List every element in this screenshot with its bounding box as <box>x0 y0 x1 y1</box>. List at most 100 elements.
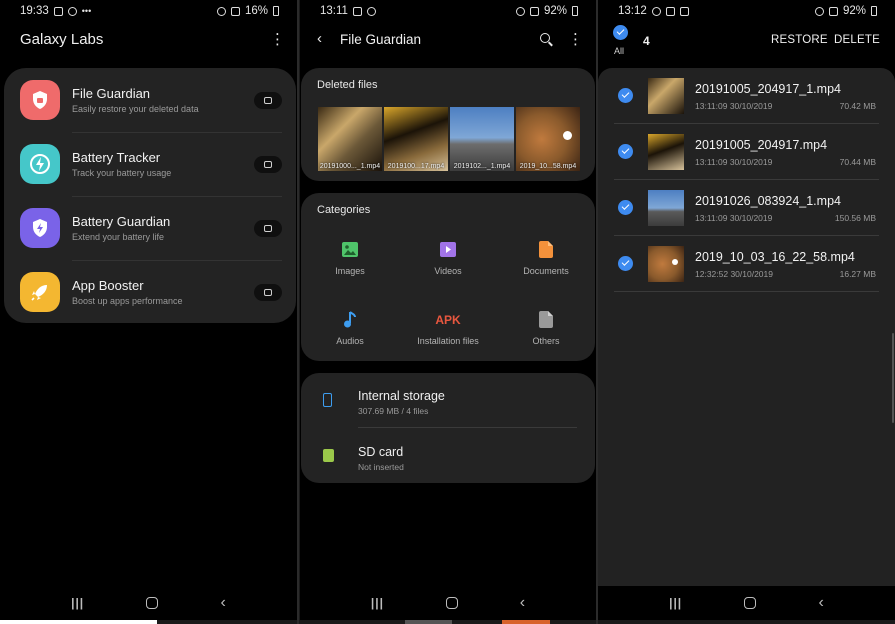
back-arrow-icon[interactable]: ‹ <box>317 30 322 47</box>
internal-storage-row[interactable]: Internal storage 307.69 MB / 4 files <box>301 373 595 427</box>
file-date: 13:11:09 30/10/2019 <box>695 157 773 167</box>
file-thumbnail <box>648 78 684 114</box>
file-checkbox[interactable] <box>618 144 633 159</box>
selected-count: 4 <box>643 34 650 48</box>
status-time: 13:11 <box>320 5 348 17</box>
video-thumbnail[interactable]: 2019102..._1.mp4 <box>450 107 514 171</box>
recents-icon[interactable]: ||| <box>371 596 384 610</box>
lab-item-battery-tracker[interactable]: Battery Tracker Track your battery usage <box>4 132 296 196</box>
back-icon[interactable]: ‹ <box>819 594 824 612</box>
categories-card: Categories Images Videos Documents Audio… <box>301 193 595 361</box>
storage-title: SD card <box>358 445 404 459</box>
recents-icon[interactable]: ||| <box>71 596 84 610</box>
storage-subtitle: Not inserted <box>358 462 404 472</box>
search-icon[interactable] <box>540 33 550 43</box>
signal-icon <box>230 6 240 16</box>
category-documents[interactable]: Documents <box>497 241 595 276</box>
file-row[interactable]: 20191005_204917_1.mp4 13:11:09 30/10/201… <box>598 68 895 123</box>
other-file-icon <box>538 311 555 328</box>
file-name: 20191005_204917_1.mp4 <box>695 82 841 96</box>
video-icon <box>440 241 457 258</box>
category-label: Videos <box>434 266 462 276</box>
video-thumbnail[interactable]: 2019_10...58.mp4 <box>516 107 580 171</box>
thumbnail-label: 2019102..._1.mp4 <box>453 163 511 170</box>
deleted-files-list: 20191005_204917_1.mp4 13:11:09 30/10/201… <box>598 68 895 586</box>
battery-icon <box>871 6 877 16</box>
category-label: Installation files <box>417 336 479 346</box>
back-icon[interactable]: ‹ <box>520 594 525 612</box>
open-lab-button[interactable] <box>254 92 282 109</box>
more-notifications-icon: ••• <box>81 6 92 16</box>
thumbnail-label: 2019_10...58.mp4 <box>519 163 577 170</box>
section-title: Deleted files <box>317 79 378 91</box>
category-installation-files[interactable]: APK Installation files <box>399 311 497 347</box>
file-checkbox[interactable] <box>618 88 633 103</box>
status-bar: 13:11 92% <box>300 0 596 22</box>
bottom-strip <box>0 620 157 624</box>
lab-item-battery-guardian[interactable]: Battery Guardian Extend your battery lif… <box>4 196 296 260</box>
divider <box>614 291 879 292</box>
restore-selection-screen: 13:12 92% All 4 RESTORE DELETE 20191005_… <box>598 0 895 620</box>
section-title: Categories <box>317 204 371 216</box>
lab-item-file-guardian[interactable]: File Guardian Easily restore your delete… <box>4 68 296 132</box>
category-audios[interactable]: Audios <box>301 311 399 346</box>
selection-toolbar: All 4 RESTORE DELETE <box>598 22 895 62</box>
battery-bolt-icon <box>20 144 60 184</box>
storage-title: Internal storage <box>358 389 445 403</box>
alarm-icon <box>814 6 824 16</box>
file-date: 12:32:52 30/10/2019 <box>695 269 773 279</box>
file-name: 20191005_204917.mp4 <box>695 138 828 152</box>
thumbnail-light-spot <box>563 131 572 140</box>
select-all-label: All <box>614 46 625 56</box>
thumbnail-label: 2019100...17.mp4 <box>387 163 445 170</box>
file-thumbnail <box>648 134 684 170</box>
video-thumbnail[interactable]: 2019100...17.mp4 <box>384 107 448 171</box>
status-time: 13:12 <box>618 5 647 17</box>
galaxy-labs-screen: 19:33 ••• 16% Galaxy Labs ⋮ File Guardian… <box>0 0 297 620</box>
gallery-notification-icon <box>53 6 63 16</box>
category-images[interactable]: Images <box>301 241 399 276</box>
screen-divider <box>297 0 299 624</box>
status-bar: 13:12 92% <box>598 0 895 22</box>
select-all-checkbox[interactable] <box>613 25 628 40</box>
file-row[interactable]: 2019_10_03_16_22_58.mp4 12:32:52 30/10/2… <box>598 236 895 291</box>
battery-level: 16% <box>244 5 268 17</box>
bottom-strip <box>405 620 452 624</box>
file-name: 20191026_083924_1.mp4 <box>695 194 841 208</box>
category-videos[interactable]: Videos <box>399 241 497 276</box>
signal-icon <box>828 6 838 16</box>
restore-button[interactable]: RESTORE <box>771 34 828 46</box>
video-thumbnail[interactable]: 20191000..._1.mp4 <box>318 107 382 171</box>
deleted-files-thumbnails: 20191000..._1.mp4 2019100...17.mp4 20191… <box>318 107 580 171</box>
lab-item-app-booster[interactable]: App Booster Boost up apps performance <box>4 260 296 324</box>
open-lab-button[interactable] <box>254 284 282 301</box>
lab-item-subtitle: Boost up apps performance <box>72 296 183 306</box>
scrollbar[interactable] <box>892 333 894 423</box>
back-icon[interactable]: ‹ <box>221 594 226 612</box>
audio-icon <box>342 311 359 328</box>
file-checkbox[interactable] <box>618 200 633 215</box>
home-icon[interactable] <box>146 597 159 609</box>
storage-subtitle: 307.69 MB / 4 files <box>358 406 429 416</box>
open-lab-button[interactable] <box>254 156 282 173</box>
navigation-bar: ||| ‹ <box>598 586 895 620</box>
file-row[interactable]: 20191005_204917.mp4 13:11:09 30/10/2019 … <box>598 124 895 179</box>
recents-icon[interactable]: ||| <box>669 596 682 610</box>
more-options-icon[interactable]: ⋮ <box>568 32 583 47</box>
file-size: 70.42 MB <box>839 101 876 111</box>
signal-icon <box>529 6 539 16</box>
more-options-icon[interactable]: ⋮ <box>270 32 285 47</box>
home-icon[interactable] <box>744 597 757 609</box>
category-others[interactable]: Others <box>497 311 595 346</box>
file-checkbox[interactable] <box>618 256 633 271</box>
file-row[interactable]: 20191026_083924_1.mp4 13:11:09 30/10/201… <box>598 180 895 235</box>
sd-card-row[interactable]: SD card Not inserted <box>301 429 595 483</box>
delete-button[interactable]: DELETE <box>834 34 880 46</box>
document-icon <box>538 241 555 258</box>
lab-item-subtitle: Extend your battery life <box>72 232 165 242</box>
category-label: Others <box>532 336 560 346</box>
open-lab-button[interactable] <box>254 220 282 237</box>
file-size: 16.27 MB <box>839 269 876 279</box>
thumbnail-light-spot <box>672 259 678 265</box>
home-icon[interactable] <box>445 597 458 609</box>
